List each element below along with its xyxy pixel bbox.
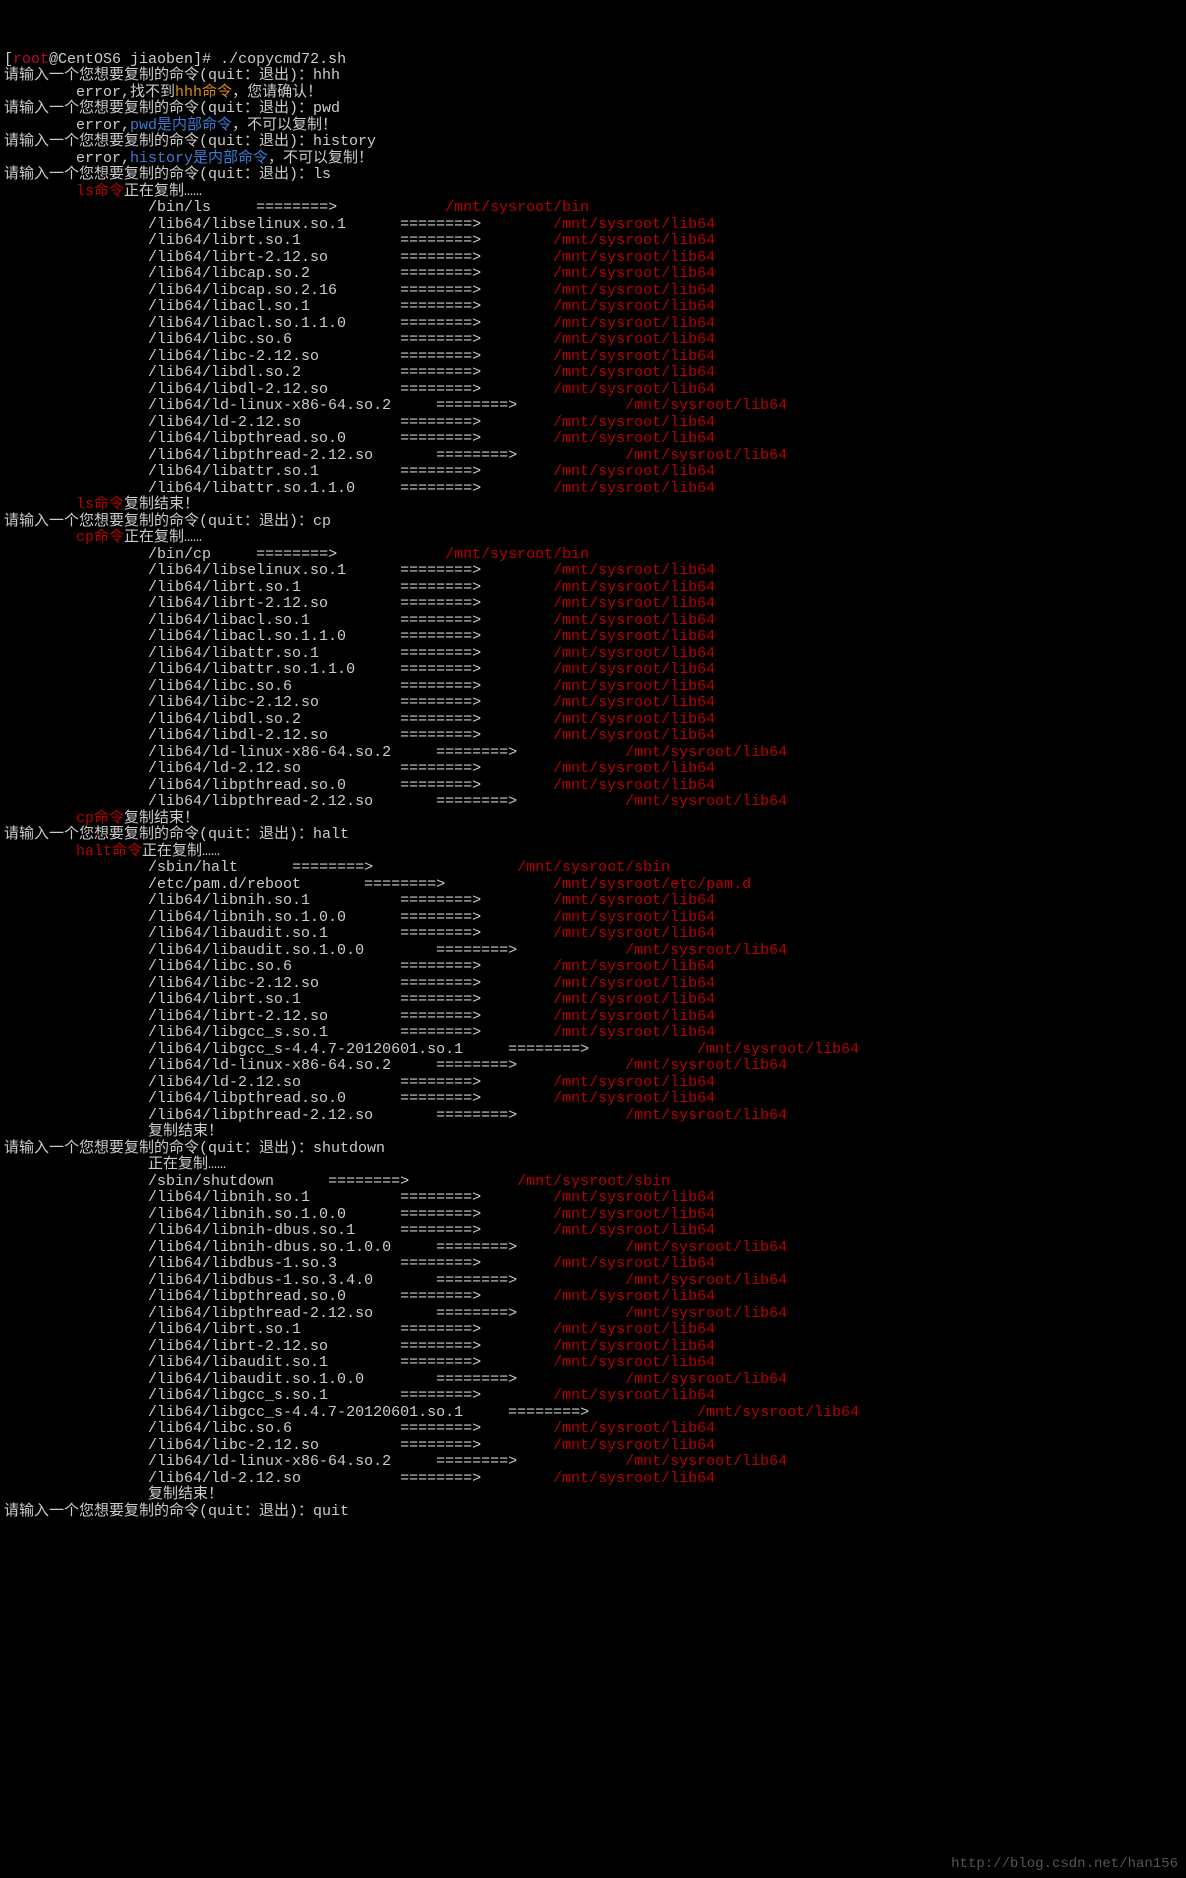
- watermark: http://blog.csdn.net/han156: [951, 1857, 1178, 1872]
- terminal-output: [root@CentOS6 jiaoben]# ./copycmd72.sh请输…: [4, 52, 1182, 1521]
